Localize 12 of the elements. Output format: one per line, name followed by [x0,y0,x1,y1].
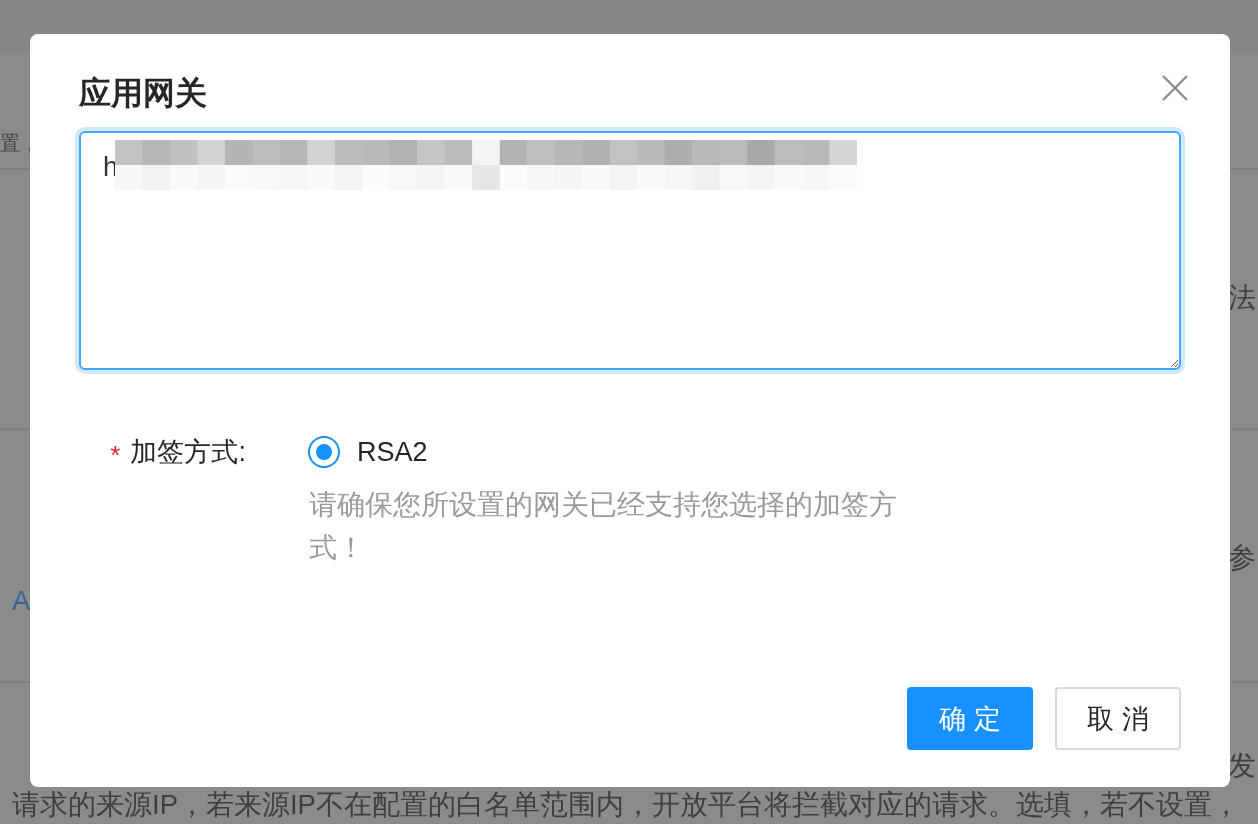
required-mark: * [110,439,121,468]
cancel-button[interactable]: 取 消 [1055,687,1181,750]
background-text: 请求的来源IP，若来源IP不在配置的白名单范围内，开放平台将拦截对应的请求。选填，若不设置， [12,788,1240,821]
radio-option[interactable]: RSA2 [308,430,428,474]
background-text: 参 [1228,541,1256,574]
field-label: 加签方式: [130,436,246,469]
close-button[interactable] [1162,75,1188,101]
background-text: 法 [1228,280,1256,314]
background-text: 发 [1228,749,1256,782]
hint-text: 请确保您所设置的网关已经支持您选择的加签方式！ [309,488,898,565]
dialog-title: 应用网关 [79,74,207,113]
close-icon [1162,75,1188,101]
